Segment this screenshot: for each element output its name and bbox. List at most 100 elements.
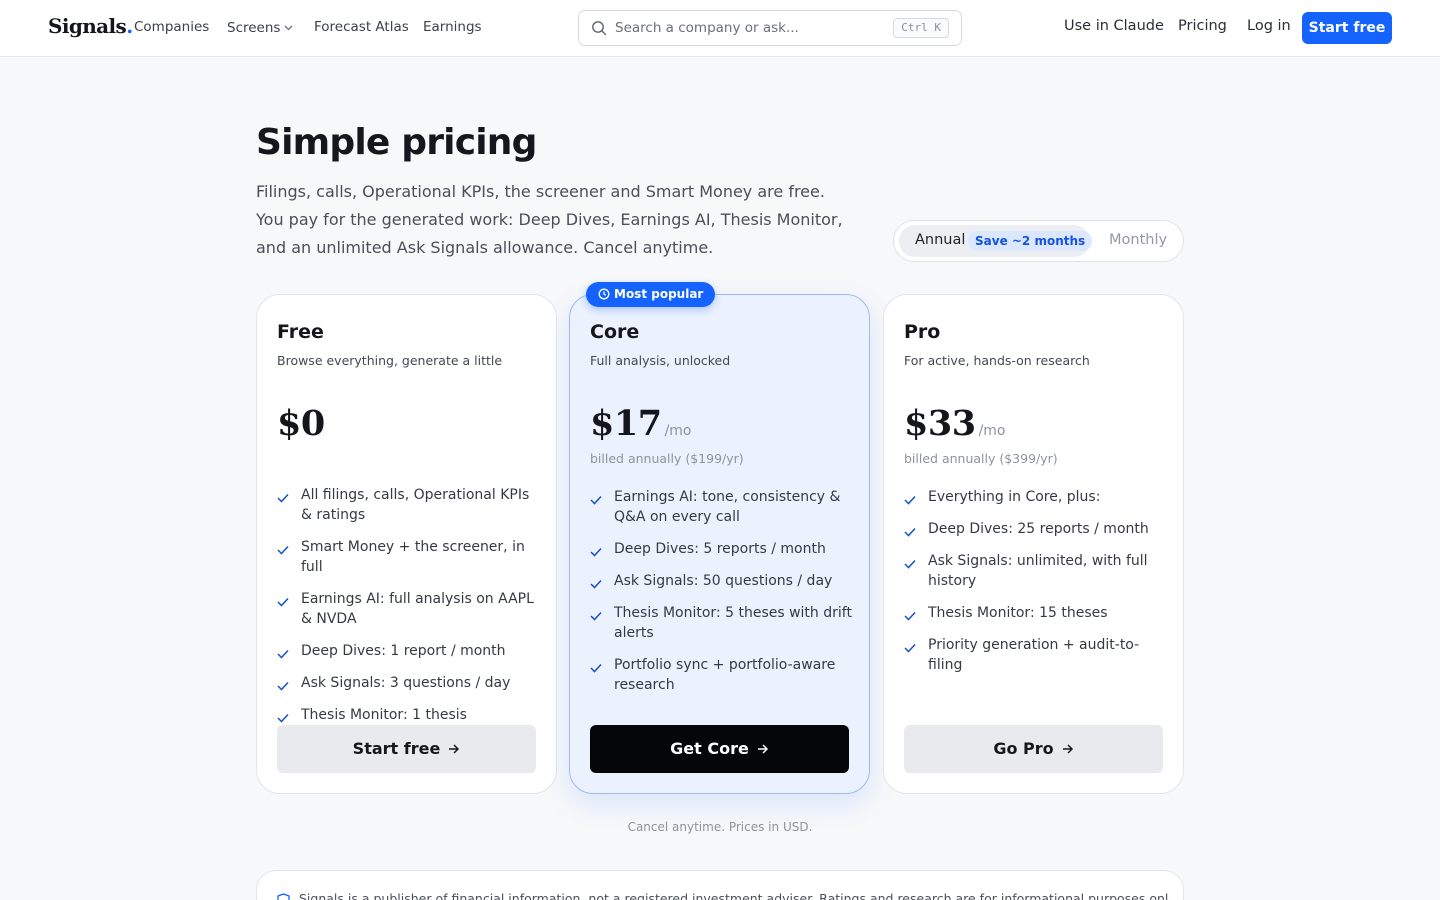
check-icon [590,659,602,679]
check-icon [904,555,916,575]
check-icon [277,593,289,613]
pricing-footnote: Cancel anytime. Prices in USD. [627,820,813,834]
plan-card-core: Core Full analysis, unlocked $17/mo bill… [569,294,870,794]
feature-item: Ask Signals: unlimited, with full histor… [904,551,1166,591]
nav-link-earnings[interactable]: Earnings [423,19,482,35]
feature-item: Thesis Monitor: 1 thesis [277,705,539,725]
feature-text: Priority generation + audit-to-filing [928,637,1140,673]
nav-link-screens-label: Screens [227,20,281,36]
logo-dot: . [126,14,133,38]
disclaimer-text: Signals is a publisher of financial info… [299,891,1169,900]
check-icon [277,677,289,697]
feature-text: All filings, calls, Operational KPIs & r… [301,487,530,523]
check-icon [277,489,289,509]
check-icon [590,491,602,511]
badge-label: Most popular [614,287,704,301]
nav-link-companies[interactable]: Companies [134,19,209,35]
get-core-button[interactable]: Get Core [590,725,849,773]
feature-text: Smart Money + the screener, in full [301,539,525,575]
arrow-right-icon [448,726,460,774]
feature-item: Deep Dives: 25 reports / month [904,519,1166,539]
feature-text: Deep Dives: 25 reports / month [928,521,1149,537]
plan-price: $0 [277,403,325,444]
button-label: Get Core [670,739,749,758]
billing-option-annual[interactable]: Annual Save ~2 months [899,225,1093,257]
check-icon [904,523,916,543]
chevron-down-icon [284,19,293,35]
search-box[interactable]: Ctrl K [578,10,962,46]
feature-item: Smart Money + the screener, in full [277,537,539,577]
plan-description: Browse everything, generate a little [277,353,503,368]
check-icon [590,543,602,563]
arrow-right-icon [1062,726,1074,774]
feature-text: Everything in Core, plus: [928,489,1101,505]
feature-item: Everything in Core, plus: [904,487,1166,507]
billing-option-monthly[interactable]: Monthly [1109,232,1167,248]
nav-link-screens[interactable]: Screens [227,19,293,36]
shield-icon [277,892,290,900]
billed-note: billed annually ($199/yr) [590,451,744,466]
top-nav: Signals. Companies Screens Forecast Atla… [0,0,1440,57]
arrow-right-icon [757,726,769,774]
price-amount: $17 [590,403,662,444]
page-title: Simple pricing [256,122,537,163]
feature-list: All filings, calls, Operational KPIs & r… [277,485,539,737]
login-link[interactable]: Log in [1247,18,1291,34]
billed-note: billed annually ($399/yr) [904,451,1058,466]
use-in-claude-link[interactable]: Use in Claude [1064,18,1164,34]
logo-text: Signals [48,14,127,38]
feature-text: Ask Signals: 3 questions / day [301,675,511,691]
go-pro-button[interactable]: Go Pro [904,725,1163,773]
button-label: Start free [352,739,441,758]
pricing-link[interactable]: Pricing [1178,18,1227,34]
feature-item: Deep Dives: 5 reports / month [590,539,852,559]
plan-name: Free [277,321,324,343]
feature-text: Portfolio sync + portfolio-aware researc… [614,657,836,693]
search-shortcut-hint: Ctrl K [893,18,949,38]
feature-item: Ask Signals: 50 questions / day [590,571,852,591]
disclaimer-box: Signals is a publisher of financial info… [256,870,1184,900]
price-period: /mo [664,423,692,439]
feature-item: Earnings AI: full analysis on AAPL & NVD… [277,589,539,629]
feature-text: Ask Signals: unlimited, with full histor… [928,553,1148,589]
feature-text: Thesis Monitor: 5 theses with drift aler… [614,605,852,641]
feature-text: Thesis Monitor: 15 theses [928,605,1108,621]
search-input[interactable] [615,18,865,38]
feature-item: Deep Dives: 1 report / month [277,641,539,661]
feature-item: Earnings AI: tone, consistency & Q&A on … [590,487,852,527]
nav-link-forecast-atlas[interactable]: Forecast Atlas [314,19,409,35]
check-icon [277,645,289,665]
check-icon [277,541,289,561]
plan-description: For active, hands-on research [904,353,1090,368]
logo[interactable]: Signals. [48,14,133,38]
plan-card-pro: Pro For active, hands-on research $33/mo… [883,294,1184,794]
check-icon [904,607,916,627]
feature-item: Thesis Monitor: 5 theses with drift aler… [590,603,852,643]
price-amount: $33 [904,403,976,444]
feature-item: Portfolio sync + portfolio-aware researc… [590,655,852,695]
feature-item: Thesis Monitor: 15 theses [904,603,1166,623]
start-free-plan-button[interactable]: Start free [277,725,536,773]
plan-price: $33/mo [904,403,1005,444]
plan-name: Core [590,321,640,343]
feature-text: Ask Signals: 50 questions / day [614,573,833,589]
start-free-button[interactable]: Start free [1302,12,1392,44]
feature-text: Deep Dives: 5 reports / month [614,541,826,557]
feature-item: All filings, calls, Operational KPIs & r… [277,485,539,525]
feature-item: Priority generation + audit-to-filing [904,635,1166,675]
check-icon [904,639,916,659]
clock-icon [598,284,610,309]
page-subtitle: Filings, calls, Operational KPIs, the sc… [256,182,843,257]
plan-description: Full analysis, unlocked [590,353,731,368]
search-icon [591,20,607,40]
annual-label: Annual [915,232,966,248]
billing-toggle: Annual Save ~2 months Monthly [893,220,1184,262]
feature-text: Earnings AI: full analysis on AAPL & NVD… [301,591,534,627]
most-popular-badge: Most popular [586,282,716,309]
plan-price: $17/mo [590,403,691,444]
check-icon [904,491,916,511]
feature-text: Thesis Monitor: 1 thesis [301,707,467,723]
price-period: /mo [978,423,1006,439]
feature-list: Earnings AI: tone, consistency & Q&A on … [590,487,852,707]
save-badge: Save ~2 months [968,231,1093,251]
